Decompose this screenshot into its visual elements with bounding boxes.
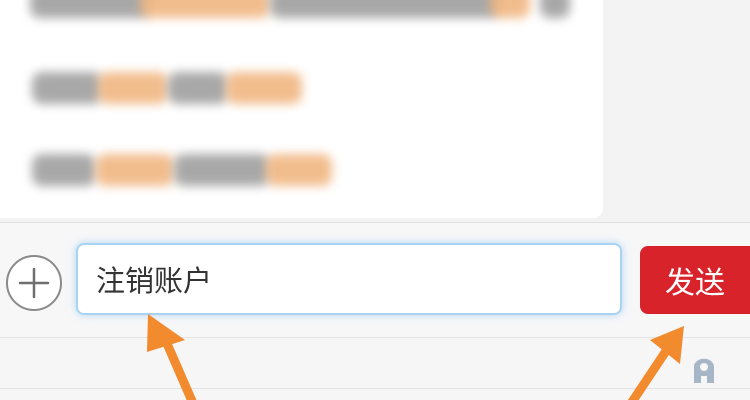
blurred-text — [266, 154, 332, 186]
input-method-icon[interactable] — [682, 343, 726, 387]
chat-screen: 发送 — [0, 0, 750, 400]
blurred-text — [270, 0, 500, 18]
bottom-toolbar — [0, 337, 750, 400]
blurred-text — [32, 72, 102, 104]
divider — [0, 388, 750, 389]
blurred-text — [490, 0, 530, 18]
blurred-text — [168, 72, 228, 104]
blurred-text — [98, 72, 168, 104]
plus-circle-icon[interactable] — [6, 255, 62, 311]
chat-message-bubble — [0, 0, 603, 218]
blurred-text — [226, 72, 302, 104]
message-input[interactable] — [76, 243, 622, 315]
message-composer: 发送 — [0, 222, 750, 338]
blurred-text — [32, 154, 96, 186]
blurred-text — [174, 154, 270, 186]
blurred-text — [96, 154, 174, 186]
blurred-text — [540, 0, 570, 18]
blurred-text — [30, 0, 150, 18]
send-button[interactable]: 发送 — [640, 246, 750, 314]
blurred-text — [140, 0, 270, 18]
